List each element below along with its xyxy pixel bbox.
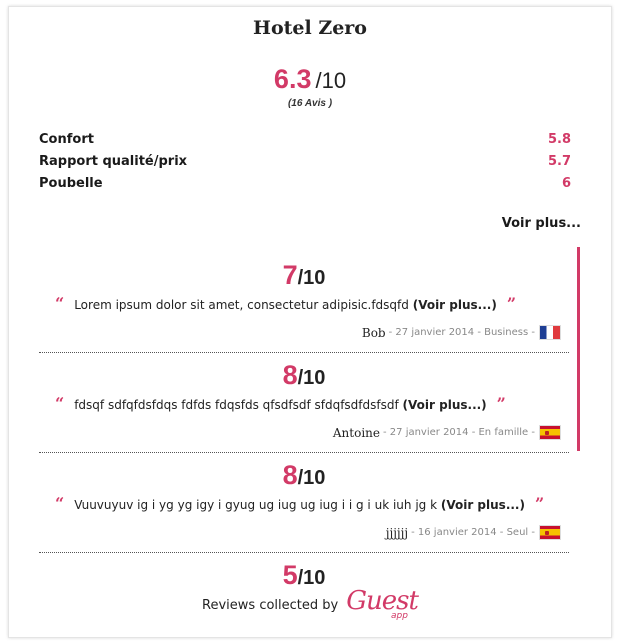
- flag-spain-icon: [539, 525, 561, 540]
- review-score: 7/10: [39, 260, 569, 291]
- review-text: fdsqf sdfqfdsfdqs fdfds fdqsfds qfsdfsdf…: [74, 398, 399, 412]
- hotel-name: Hotel Zero: [253, 17, 367, 39]
- review-score-out-of: /10: [297, 567, 326, 589]
- review-score-value: 8: [282, 360, 298, 390]
- review-score: 8/10: [39, 460, 569, 491]
- open-quote-icon: “: [55, 394, 65, 413]
- reviews-collected-by-label: Reviews collected by: [202, 597, 339, 613]
- logo-main-text: Guest: [346, 586, 419, 616]
- criterion-row: Confort 5.8: [39, 128, 571, 150]
- review-text-row: “ fdsqf sdfqfdsfdqs fdfds fdqsfds qfsdfsd…: [55, 394, 506, 413]
- criterion-value: 5.8: [547, 131, 571, 147]
- criterion-label: Confort: [39, 131, 94, 147]
- review-more-link[interactable]: (Voir plus...): [441, 498, 525, 512]
- review-list: 7/10 “ Lorem ipsum dolor sit amet, consec…: [39, 253, 569, 637]
- close-quote-icon: ”: [496, 394, 506, 413]
- review-score: 8/10: [39, 360, 569, 391]
- review-meta: Bob - 27 janvier 2014 - Business -: [362, 325, 561, 340]
- close-quote-icon: ”: [506, 294, 517, 313]
- review-author: Antoine: [332, 425, 380, 440]
- overall-score: 6.3: [273, 64, 312, 94]
- review-meta: Antoine - 27 janvier 2014 - En famille -: [333, 425, 561, 440]
- review-text: Lorem ipsum dolor sit amet, consectetur …: [74, 298, 409, 312]
- guest-app-logo[interactable]: Guest app: [346, 586, 419, 621]
- review-item: 8/10 “ Vuuvuyuv ig i yg yg igy i gyug ug …: [39, 453, 569, 553]
- logo-sub-text: app: [390, 611, 408, 621]
- review-score-value: 8: [282, 460, 298, 490]
- review-score-value: 7: [282, 260, 298, 290]
- review-score-value: 5: [282, 560, 298, 590]
- review-more-link[interactable]: (Voir plus...): [413, 298, 497, 312]
- review-text-row: “ Vuuvuyuv ig i yg yg igy i gyug ug iug u…: [55, 494, 544, 513]
- flag-france-icon: [539, 325, 561, 340]
- criterion-value: 6: [561, 175, 571, 191]
- review-score: 5/10: [39, 560, 569, 591]
- criteria-list: Confort 5.8 Rapport qualité/prix 5.7 Pou…: [39, 128, 571, 194]
- criterion-label: Rapport qualité/prix: [39, 153, 188, 169]
- overall-out-of: 10: [321, 68, 347, 93]
- criterion-row: Poubelle 6: [39, 172, 571, 194]
- voir-plus-link[interactable]: Voir plus...: [502, 216, 581, 231]
- review-score-out-of: /10: [297, 467, 326, 489]
- footer: Reviews collected by Guest app: [9, 586, 611, 621]
- criterion-label: Poubelle: [39, 175, 103, 191]
- review-author: jjjjjj: [385, 525, 409, 540]
- open-quote-icon: “: [55, 494, 65, 513]
- review-item: 8/10 “ fdsqf sdfqfdsfdqs fdfds fdqsfds qf…: [39, 353, 569, 453]
- review-author: Bob: [361, 325, 386, 340]
- overall-rating: 6.3/10: [9, 64, 611, 95]
- review-count: (16 Avis ): [287, 98, 333, 109]
- review-text-row: “ Lorem ipsum dolor sit amet, consectetur…: [55, 294, 516, 313]
- close-quote-icon: ”: [534, 494, 545, 513]
- review-detail: - 27 janvier 2014 - Business -: [388, 327, 535, 338]
- open-quote-icon: “: [55, 294, 65, 313]
- flag-spain-icon: [539, 425, 561, 440]
- review-detail: - 27 janvier 2014 - En famille -: [383, 427, 535, 438]
- review-score-out-of: /10: [297, 367, 326, 389]
- criterion-value: 5.7: [547, 153, 571, 169]
- review-item: 7/10 “ Lorem ipsum dolor sit amet, consec…: [39, 253, 569, 353]
- review-detail: - 16 janvier 2014 - Seul -: [411, 527, 535, 538]
- scrollbar[interactable]: [577, 247, 580, 451]
- review-text: Vuuvuyuv ig i yg yg igy i gyug ug iug ug…: [74, 498, 438, 512]
- review-score-out-of: /10: [297, 267, 326, 289]
- review-widget: Hotel Zero 6.3/10 (16 Avis ) Confort 5.8…: [8, 6, 612, 638]
- review-meta: jjjjjj - 16 janvier 2014 - Seul -: [386, 525, 561, 540]
- review-more-link[interactable]: (Voir plus...): [403, 398, 487, 412]
- criterion-row: Rapport qualité/prix 5.7: [39, 150, 571, 172]
